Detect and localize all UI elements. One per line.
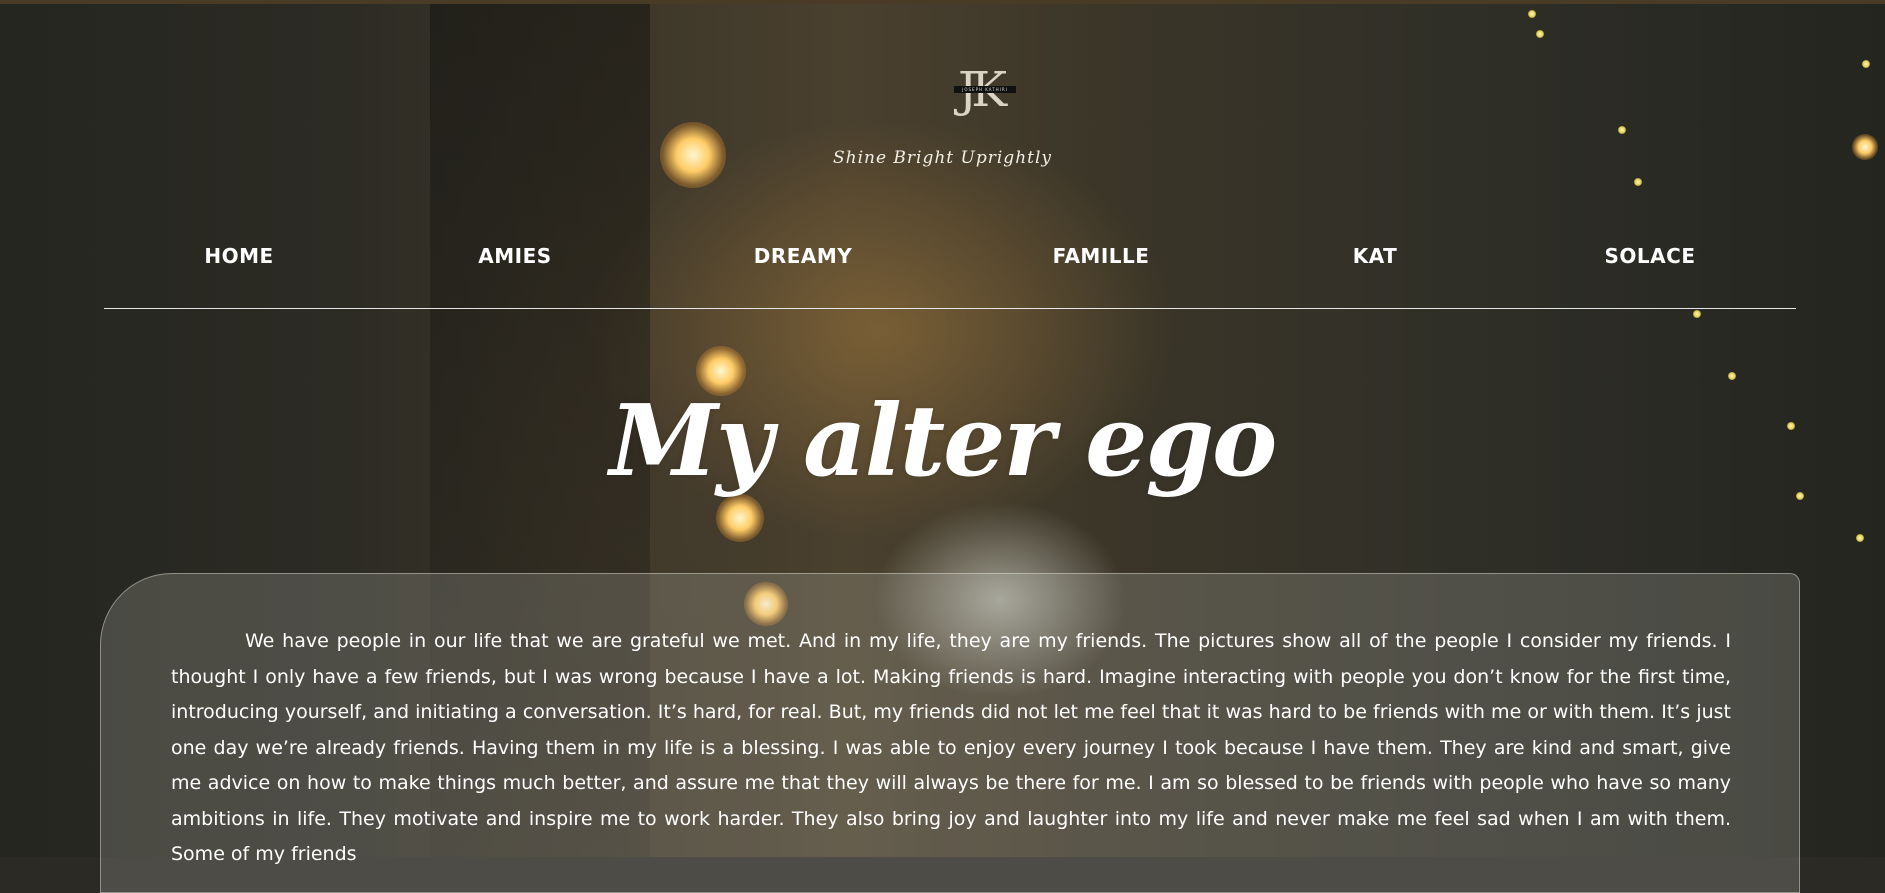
nav-item-famille[interactable]: FAMILLE bbox=[1053, 244, 1150, 268]
site-logo[interactable]: JK JOSEPH KATHIRI bbox=[950, 64, 1020, 120]
main-navigation: HOME AMIES DREAMY FAMILLE KAT SOLACE bbox=[0, 244, 1885, 268]
nav-item-dreamy[interactable]: DREAMY bbox=[754, 244, 853, 268]
body-paragraph: We have people in our life that we are g… bbox=[171, 630, 1731, 865]
string-light bbox=[1618, 126, 1626, 134]
logo-strip: JOSEPH KATHIRI bbox=[954, 86, 1016, 93]
nav-item-solace[interactable]: SOLACE bbox=[1605, 244, 1696, 268]
nav-item-kat[interactable]: KAT bbox=[1353, 244, 1398, 268]
string-light bbox=[1528, 10, 1536, 18]
site-tagline: Shine Bright Uprightly bbox=[832, 148, 1053, 168]
content-card: We have people in our life that we are g… bbox=[100, 573, 1800, 893]
string-light bbox=[1728, 372, 1736, 380]
nav-item-home[interactable]: HOME bbox=[204, 244, 273, 268]
top-border bbox=[0, 0, 1885, 4]
nav-item-amies[interactable]: AMIES bbox=[478, 244, 551, 268]
page-title: My alter ego bbox=[609, 384, 1278, 499]
string-light bbox=[1856, 534, 1864, 542]
string-light bbox=[1862, 60, 1870, 68]
string-light bbox=[1634, 178, 1642, 186]
light-bulb bbox=[716, 494, 764, 542]
string-light bbox=[1536, 30, 1544, 38]
string-light bbox=[1693, 310, 1701, 318]
nav-divider bbox=[104, 308, 1796, 309]
